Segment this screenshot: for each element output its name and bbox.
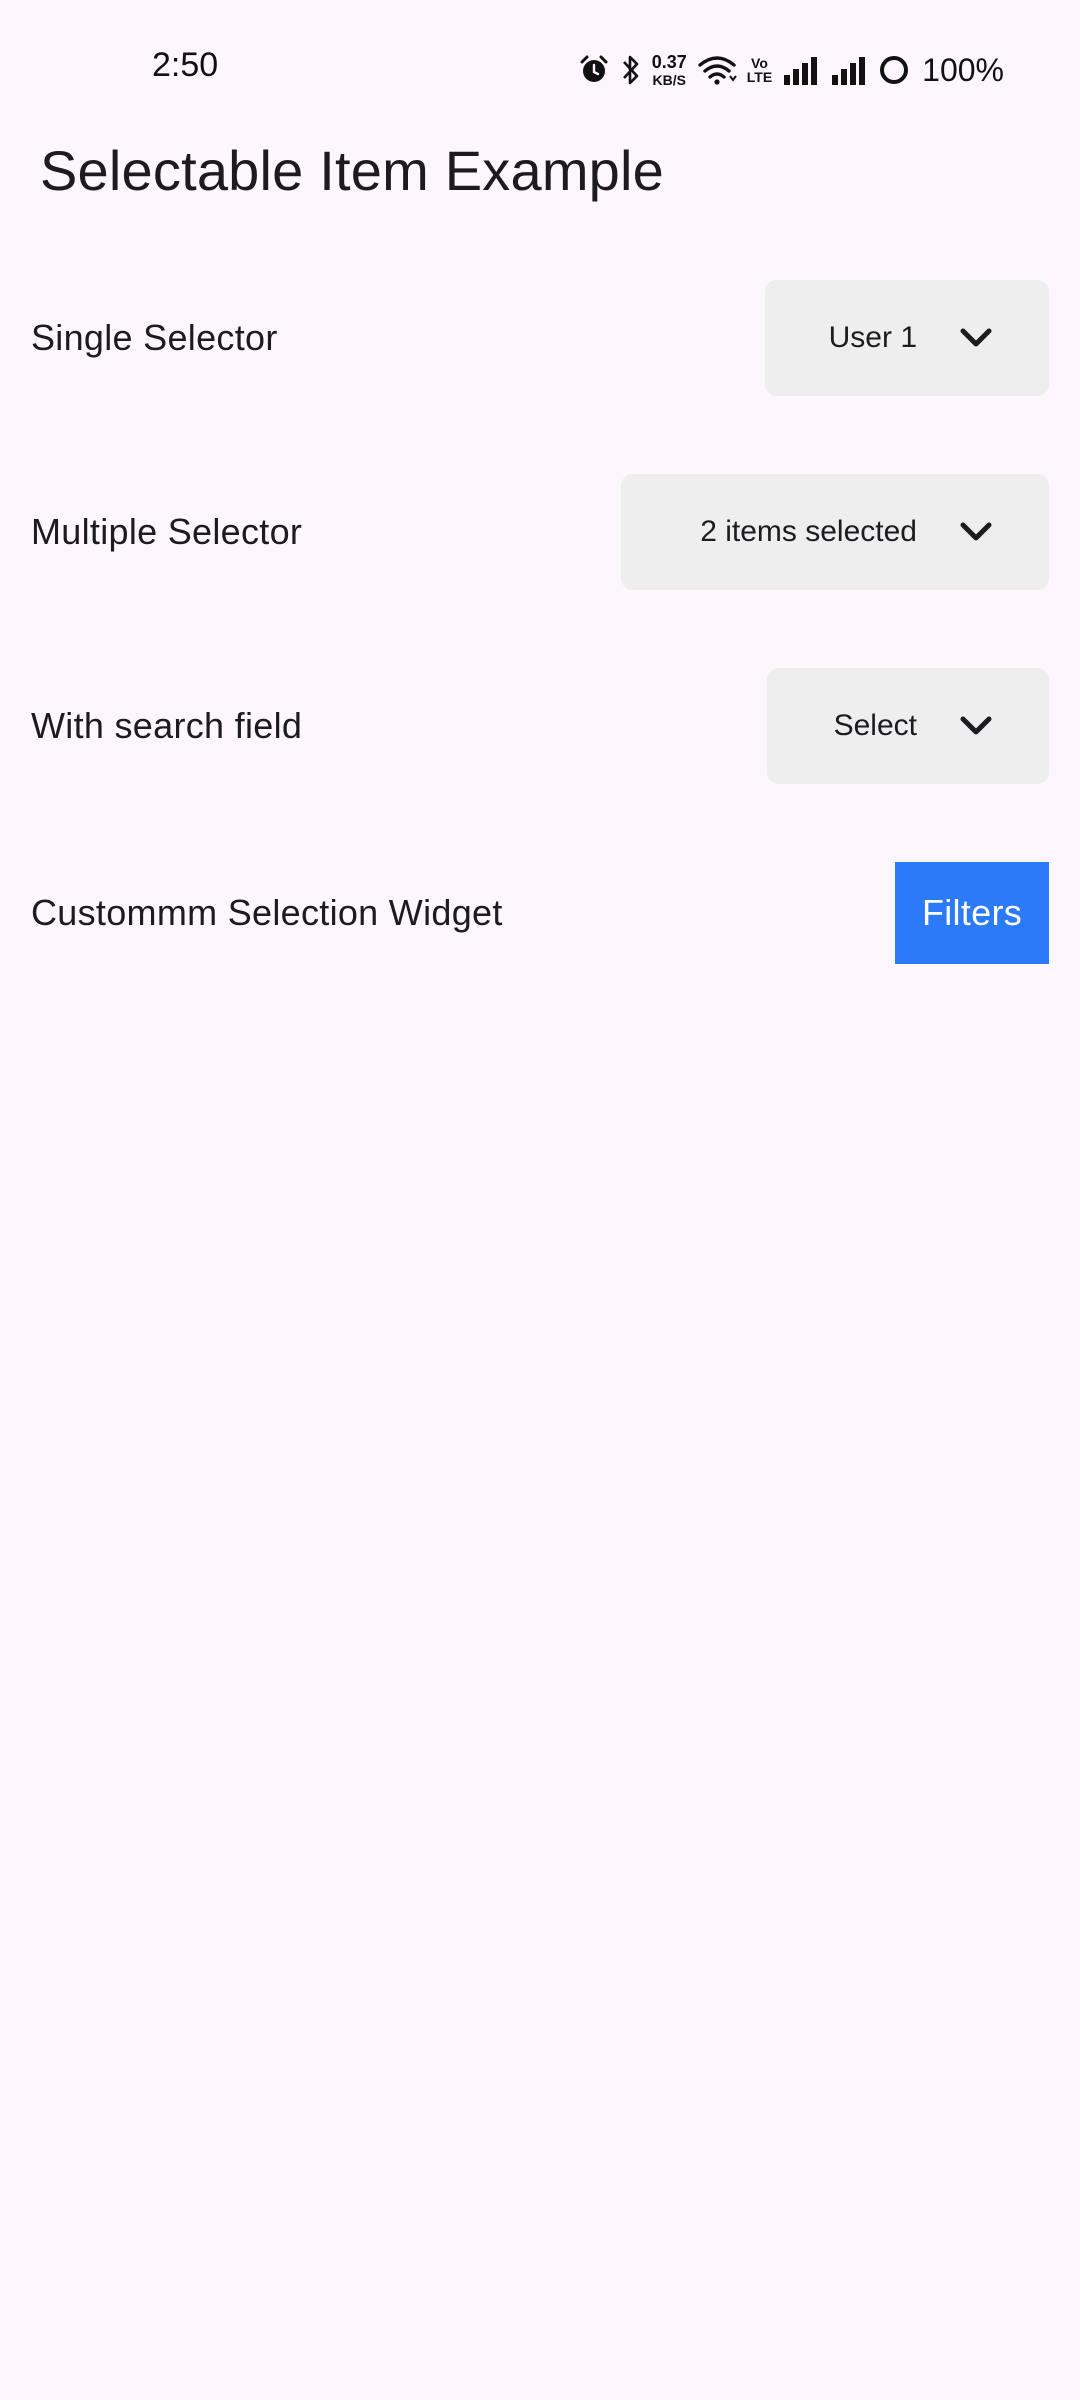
single-selector-value: User 1 xyxy=(828,321,917,354)
volte-indicator: Vo LTE xyxy=(746,55,773,85)
battery-percent: 100% xyxy=(922,51,1004,88)
wifi-icon xyxy=(697,54,737,86)
search-selector-dropdown[interactable]: Select xyxy=(767,668,1049,784)
custom-selection-row: Custommm Selection Widget Filters xyxy=(31,862,1049,964)
network-speed: 0.37 KB/S xyxy=(651,52,687,88)
alarm-icon xyxy=(578,54,610,86)
chevron-down-icon xyxy=(959,521,993,543)
multiple-selector-row: Multiple Selector 2 items selected xyxy=(31,474,1049,590)
multiple-selector-label: Multiple Selector xyxy=(31,511,303,552)
search-selector-value: Select xyxy=(833,709,917,742)
status-bar: 2:50 0.37 KB/S Vo LTE 100% xyxy=(0,0,1080,140)
search-selector-label: With search field xyxy=(31,705,303,746)
single-selector-row: Single Selector User 1 xyxy=(31,280,1049,396)
single-selector-label: Single Selector xyxy=(31,317,278,358)
chevron-down-icon xyxy=(959,327,993,349)
multiple-selector-value: 2 items selected xyxy=(700,515,917,548)
bluetooth-icon xyxy=(620,53,642,87)
chevron-down-icon xyxy=(959,715,993,737)
page-title: Selectable Item Example xyxy=(40,139,665,202)
status-icons: 0.37 KB/S Vo LTE 100% xyxy=(578,40,1004,100)
single-selector-dropdown[interactable]: User 1 xyxy=(765,280,1049,396)
custom-selection-label: Custommm Selection Widget xyxy=(31,892,503,933)
filters-button[interactable]: Filters xyxy=(895,862,1049,964)
search-selector-row: With search field Select xyxy=(31,668,1049,784)
signal-icon xyxy=(830,55,868,85)
signal-icon xyxy=(782,55,820,85)
battery-ring-icon xyxy=(878,54,910,86)
status-time: 2:50 xyxy=(152,46,219,84)
multiple-selector-dropdown[interactable]: 2 items selected xyxy=(621,474,1049,590)
